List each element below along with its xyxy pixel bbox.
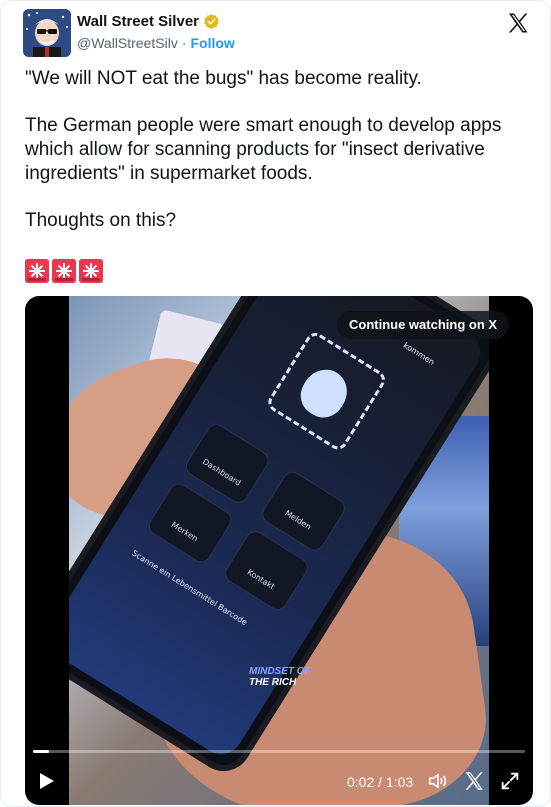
author-display-name[interactable]: Wall Street Silver bbox=[77, 13, 199, 30]
play-icon[interactable] bbox=[39, 772, 55, 790]
watermark-line-2: THE RICH bbox=[249, 677, 297, 688]
watermark-line-1: MINDSET OF bbox=[249, 666, 311, 677]
siren-emojis bbox=[25, 259, 103, 283]
video-time: 0:02 / 1:03 bbox=[347, 774, 414, 790]
phone-kontakt-label: Kontakt bbox=[245, 567, 277, 592]
fullscreen-icon[interactable] bbox=[499, 770, 521, 792]
video-controls: 0:02 / 1:03 bbox=[25, 764, 533, 796]
phone-welcome-text: kommen bbox=[401, 340, 437, 367]
author-handle[interactable]: @WallStreetSilv bbox=[77, 35, 178, 51]
siren-emoji bbox=[25, 259, 49, 283]
verified-badge-icon bbox=[203, 13, 220, 30]
video-player[interactable]: kommen Dashboard Melden Merken Kontakt S… bbox=[25, 296, 533, 805]
tweet-text-line-3: Thoughts on this? bbox=[25, 210, 177, 231]
phone-dashboard-label: Dashboard bbox=[200, 457, 243, 488]
handle-separator: · bbox=[181, 35, 187, 51]
tweet-text-line-2: The German people were smart enough to d… bbox=[25, 115, 502, 184]
phone-merken-label: Merken bbox=[169, 520, 200, 544]
tweet-text-line-1: "We will NOT eat the bugs" has become re… bbox=[25, 68, 422, 89]
phone-melden-label: Melden bbox=[283, 508, 313, 532]
author-names: Wall Street Silver @WallStreetSilv · Fol… bbox=[77, 13, 235, 51]
follow-button[interactable]: Follow bbox=[191, 35, 235, 51]
tweet-header: Wall Street Silver @WallStreetSilv · Fol… bbox=[23, 9, 536, 57]
video-progress-bar[interactable] bbox=[33, 750, 525, 753]
video-frame: kommen Dashboard Melden Merken Kontakt S… bbox=[69, 296, 489, 805]
continue-watching-button[interactable]: Continue watching on X bbox=[337, 311, 510, 339]
siren-emoji bbox=[52, 259, 76, 283]
avatar[interactable] bbox=[23, 9, 71, 57]
video-watermark: MINDSET OF THE RICH bbox=[249, 666, 313, 688]
volume-icon[interactable] bbox=[427, 770, 449, 792]
x-logo-icon[interactable] bbox=[506, 11, 530, 35]
tweet-text: "We will NOT eat the bugs" has become re… bbox=[25, 67, 533, 233]
x-logo-icon[interactable] bbox=[463, 770, 485, 792]
video-progress-fill bbox=[33, 750, 49, 753]
siren-emoji bbox=[79, 259, 103, 283]
tweet-card: Wall Street Silver @WallStreetSilv · Fol… bbox=[0, 0, 551, 807]
